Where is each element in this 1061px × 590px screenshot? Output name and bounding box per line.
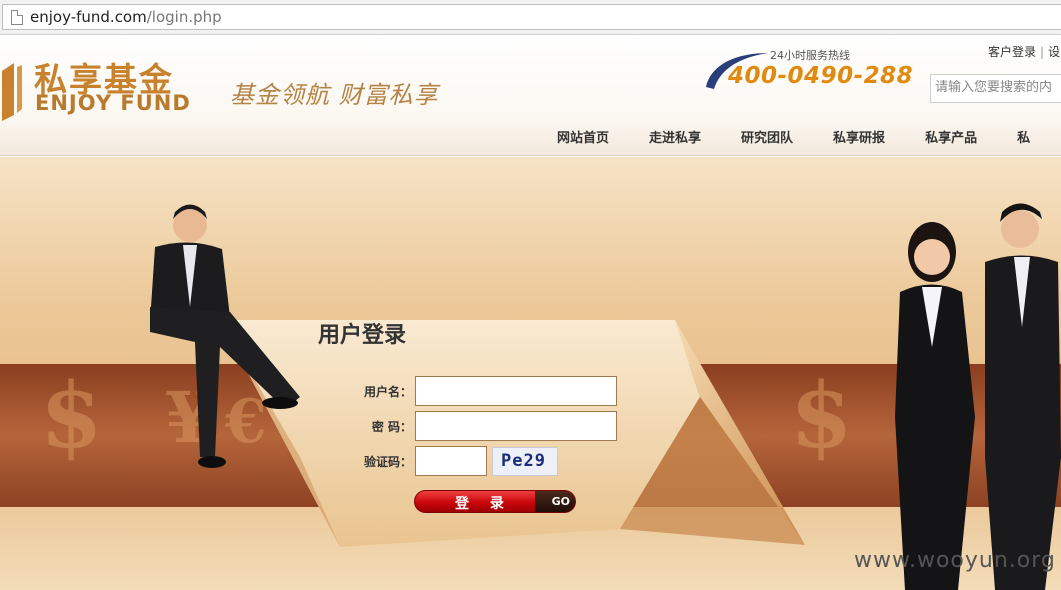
url-host: enjoy-fund.com [30,8,147,26]
svg-text:€: € [224,387,267,457]
url-field[interactable]: enjoy-fund.com/login.php [2,4,1061,30]
captcha-text: Pe29 [501,451,546,471]
search-input[interactable] [935,80,1061,95]
customer-login-link[interactable]: 客户登录 [988,45,1036,59]
go-label: GO [551,495,570,508]
hotline-label: 24小时服务热线 [770,49,850,62]
site-header: 私享基金 ENJOY FUND 基金领航 财富私享 24小时服务热线 400-0… [0,35,1061,156]
nav-item-about[interactable]: 走进私享 [649,127,701,146]
svg-text:$: $ [40,363,103,469]
svg-text:$: $ [790,363,853,469]
settings-link[interactable]: 设 [1048,45,1060,59]
businesswoman-figure [895,222,975,590]
logo-mark-icon [2,63,22,121]
url-text: enjoy-fund.com/login.php [30,8,222,26]
top-links-separator: | [1040,45,1045,59]
username-input[interactable] [415,376,617,406]
captcha-image[interactable]: Pe29 [492,447,558,476]
login-button-label: 登 录 [455,496,512,512]
businessman-right-figure [985,203,1061,590]
captcha-label: 验证码： [363,455,412,469]
hotline-number: 400-0490-288 [728,63,914,89]
login-title: 用户登录 [318,323,407,348]
banner-artwork: $ $ ¥ € [40,203,1061,590]
nav-item-home[interactable]: 网站首页 [557,127,609,146]
slogan: 基金领航 财富私享 [230,81,439,109]
nav-item-products[interactable]: 私享产品 [925,127,977,146]
top-links: 客户登录 | 设 [988,43,1060,60]
nav-item-research-team[interactable]: 研究团队 [741,127,793,146]
page-icon [11,10,23,25]
password-label: 密 码： [371,420,412,434]
main-nav: 网站首页 走进私享 研究团队 私享研报 私享产品 私 [557,127,1061,146]
search-box [930,74,1061,103]
password-input[interactable] [415,411,617,441]
nav-item-more[interactable]: 私 [1017,127,1030,146]
url-path: /login.php [146,8,222,26]
logo-en[interactable]: ENJOY FUND [35,91,191,115]
nav-item-reports[interactable]: 私享研报 [833,127,885,146]
login-button[interactable]: 登 录 GO [414,490,576,513]
browser-address-bar: enjoy-fund.com/login.php [0,0,1061,35]
username-label: 用户名： [363,385,412,399]
login-banner: $ $ ¥ € 用户登录 用户名： 密 码： 验证码： Pe29 登 录 GO … [0,157,1061,590]
watermark: www.wooyun.org [854,548,1056,573]
captcha-input[interactable] [415,446,487,476]
